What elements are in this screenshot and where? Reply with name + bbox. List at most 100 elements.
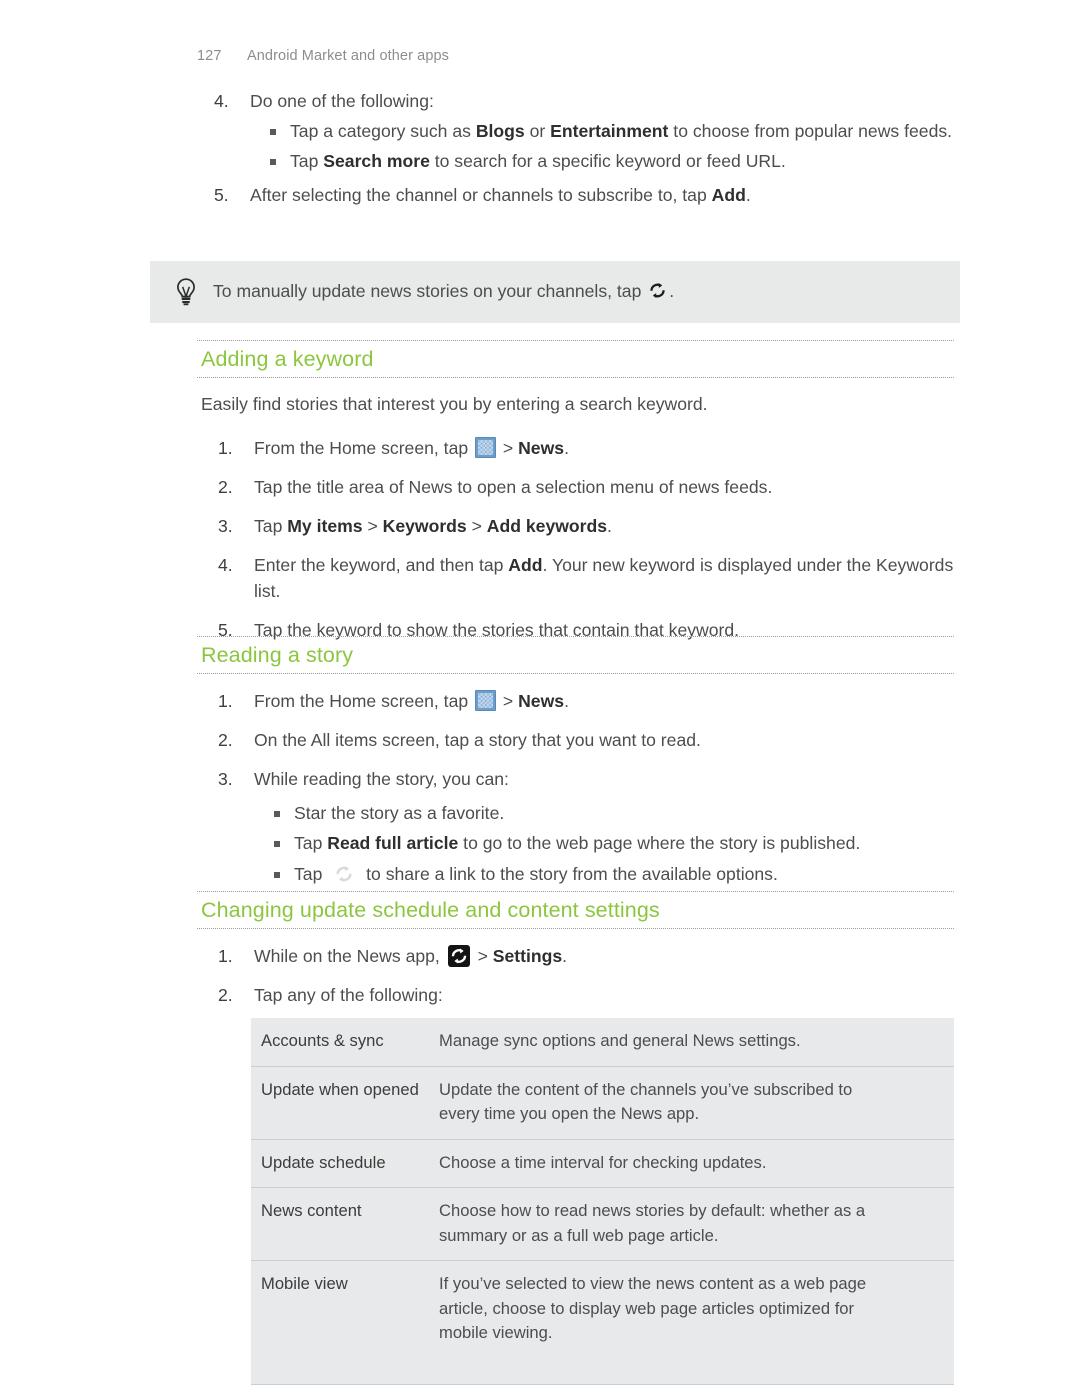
step-item: 1. From the Home screen, tap > News. bbox=[197, 435, 954, 461]
step-text-mid: > bbox=[472, 945, 493, 966]
step-item: 2. Tap the title area of News to open a … bbox=[197, 474, 954, 500]
settings-options-table: Accounts & sync Manage sync options and … bbox=[251, 1018, 954, 1385]
step-text: Tap the title area of News to open a sel… bbox=[254, 477, 773, 498]
bullet-text-pre: Tap bbox=[294, 833, 328, 854]
table-row: News content Choose how to read news sto… bbox=[251, 1187, 954, 1262]
key-line: Mobile view bbox=[261, 1274, 348, 1294]
step-bold-add-keywords: Add keywords bbox=[486, 516, 608, 537]
table-row: Update when opened Update the content of… bbox=[251, 1066, 954, 1140]
key-line: Accounts & sync bbox=[261, 1031, 384, 1050]
step-text: While reading the story, you can: bbox=[254, 768, 509, 789]
tip-text-pre: To manually update news stories on your … bbox=[213, 281, 647, 301]
bullet-text-post: to share a link to the story from the av… bbox=[361, 863, 778, 884]
step-number: 4. bbox=[218, 555, 233, 576]
refresh-icon bbox=[648, 281, 667, 300]
step-number: 5. bbox=[214, 184, 229, 205]
share-icon bbox=[334, 864, 354, 884]
step-text-pre: Enter the keyword, and then tap bbox=[254, 555, 509, 576]
tip-text-post: . bbox=[669, 281, 675, 301]
bullet-text-post: to go to the web page where the story is… bbox=[458, 833, 861, 854]
value-line: mobile viewing. bbox=[439, 1323, 553, 1343]
adding-keyword-steps: 1. From the Home screen, tap > News. 2. … bbox=[197, 435, 954, 643]
bullet-text-post: to choose from popular news feeds. bbox=[668, 121, 953, 142]
table-cell-value: Choose how to read news stories by defau… bbox=[439, 1187, 954, 1262]
table-cell-value: If you’ve selected to view the news cont… bbox=[439, 1260, 954, 1385]
value-line: If you’ve selected to view the news cont… bbox=[439, 1274, 867, 1294]
step-text-post: . bbox=[564, 690, 569, 711]
value-line: every time you open the News app. bbox=[439, 1104, 700, 1124]
step-item: 5. After selecting the channel or channe… bbox=[197, 182, 954, 208]
section-changing-update-schedule: Changing update schedule and content set… bbox=[197, 891, 954, 1021]
step-number: 2. bbox=[218, 729, 233, 750]
step-item: 1. While on the News app, > Settings. bbox=[197, 943, 954, 969]
table-cell-key: News content bbox=[251, 1187, 439, 1262]
refresh-button-icon bbox=[447, 944, 470, 967]
bullet-text-pre: Tap bbox=[290, 151, 324, 172]
section-heading-reading-a-story: Reading a story bbox=[197, 636, 954, 674]
tip-callout-box: To manually update news stories on your … bbox=[150, 261, 960, 323]
step-bold-my-items: My items bbox=[287, 516, 363, 537]
bullet-text-post: to search for a specific keyword or feed… bbox=[429, 151, 786, 172]
step-bold-keywords: Keywords bbox=[382, 516, 467, 537]
table-cell-key: Update when opened bbox=[251, 1066, 439, 1140]
step-bold-settings: Settings bbox=[492, 945, 563, 966]
step-number: 1. bbox=[218, 690, 233, 711]
step-text-pre: While on the News app, bbox=[254, 945, 445, 966]
step-item: 3. Tap My items > Keywords > Add keyword… bbox=[197, 513, 954, 539]
step-text-mid: > bbox=[498, 690, 519, 711]
table-cell-value: Choose a time interval for checking upda… bbox=[439, 1139, 954, 1189]
bullet-text-pre: Tap bbox=[294, 863, 328, 884]
section-heading-adding-a-keyword: Adding a keyword bbox=[197, 340, 954, 378]
step-sep-2: > bbox=[466, 516, 487, 537]
table-cell-key: Update schedule bbox=[251, 1139, 439, 1189]
step-item: 2. Tap any of the following: bbox=[197, 982, 954, 1008]
step-number: 2. bbox=[218, 477, 233, 498]
section-reading-a-story: Reading a story 1. From the Home screen,… bbox=[197, 636, 954, 900]
bullet-bold-entertainment: Entertainment bbox=[550, 121, 669, 142]
step-number: 4. bbox=[214, 91, 229, 111]
section-adding-a-keyword: Adding a keyword Easily find stories tha… bbox=[197, 340, 954, 656]
step-item: 4. Do one of the following: Tap a catego… bbox=[197, 88, 954, 175]
bullet-bold-read-full-article: Read full article bbox=[327, 833, 459, 854]
bullet-item: Tap a category such as Blogs or Entertai… bbox=[250, 118, 954, 144]
step-item: 4. Enter the keyword, and then tap Add. … bbox=[197, 552, 954, 604]
reading-story-steps: 1. From the Home screen, tap > News. 2. … bbox=[197, 688, 954, 887]
step-text-pre: After selecting the channel or channels … bbox=[250, 184, 712, 205]
table-row: Mobile view If you’ve selected to view t… bbox=[251, 1260, 954, 1385]
table-row: Update schedule Choose a time interval f… bbox=[251, 1139, 954, 1189]
changing-settings-steps: 1. While on the News app, > Settings. 2.… bbox=[197, 943, 954, 1008]
key-line: News content bbox=[261, 1201, 362, 1221]
step-item: 3. While reading the story, you can: Sta… bbox=[197, 766, 954, 887]
step-number: 2. bbox=[218, 984, 233, 1005]
section-lead-text: Easily find stories that interest you by… bbox=[201, 393, 708, 414]
step-item: 2. On the All items screen, tap a story … bbox=[197, 727, 954, 753]
step-item: 1. From the Home screen, tap > News. bbox=[197, 688, 954, 714]
step-text-post: . bbox=[562, 945, 568, 966]
bullet-text-pre: Tap a category such as bbox=[290, 121, 476, 142]
step-text-mid: > bbox=[498, 438, 519, 459]
step-number: 1. bbox=[218, 438, 233, 459]
table-row: Accounts & sync Manage sync options and … bbox=[251, 1018, 954, 1067]
key-line: Update schedule bbox=[261, 1152, 386, 1172]
step-text-pre: From the Home screen, tap bbox=[254, 690, 474, 711]
step-number: 1. bbox=[218, 945, 233, 966]
tip-text: To manually update news stories on your … bbox=[213, 279, 674, 304]
lightbulb-icon bbox=[172, 276, 200, 308]
table-cell-value: Manage sync options and general News set… bbox=[439, 1018, 954, 1067]
top-step-block: 4. Do one of the following: Tap a catego… bbox=[197, 88, 954, 221]
value-line: Manage sync options and general News set… bbox=[439, 1031, 801, 1050]
running-header: 127 Android Market and other apps bbox=[197, 48, 449, 64]
step-text-post: . bbox=[564, 438, 569, 459]
step4-bullet-list: Tap a category such as Blogs or Entertai… bbox=[250, 118, 954, 175]
step-bold-add: Add bbox=[508, 555, 543, 576]
value-line: article, choose to display web page arti… bbox=[439, 1298, 855, 1318]
bullet-bold-search-more: Search more bbox=[323, 151, 430, 172]
step-bold-news: News bbox=[518, 690, 565, 711]
bullet-item: Tap Search more to search for a specific… bbox=[250, 148, 954, 174]
app-drawer-icon bbox=[475, 437, 497, 459]
value-line: Update the content of the channels you’v… bbox=[439, 1079, 853, 1099]
chapter-title: Android Market and other apps bbox=[247, 48, 449, 64]
value-line: Choose how to read news stories by defau… bbox=[439, 1201, 866, 1221]
bullet-text-mid: or bbox=[524, 121, 551, 142]
step-bold-news: News bbox=[518, 438, 565, 459]
